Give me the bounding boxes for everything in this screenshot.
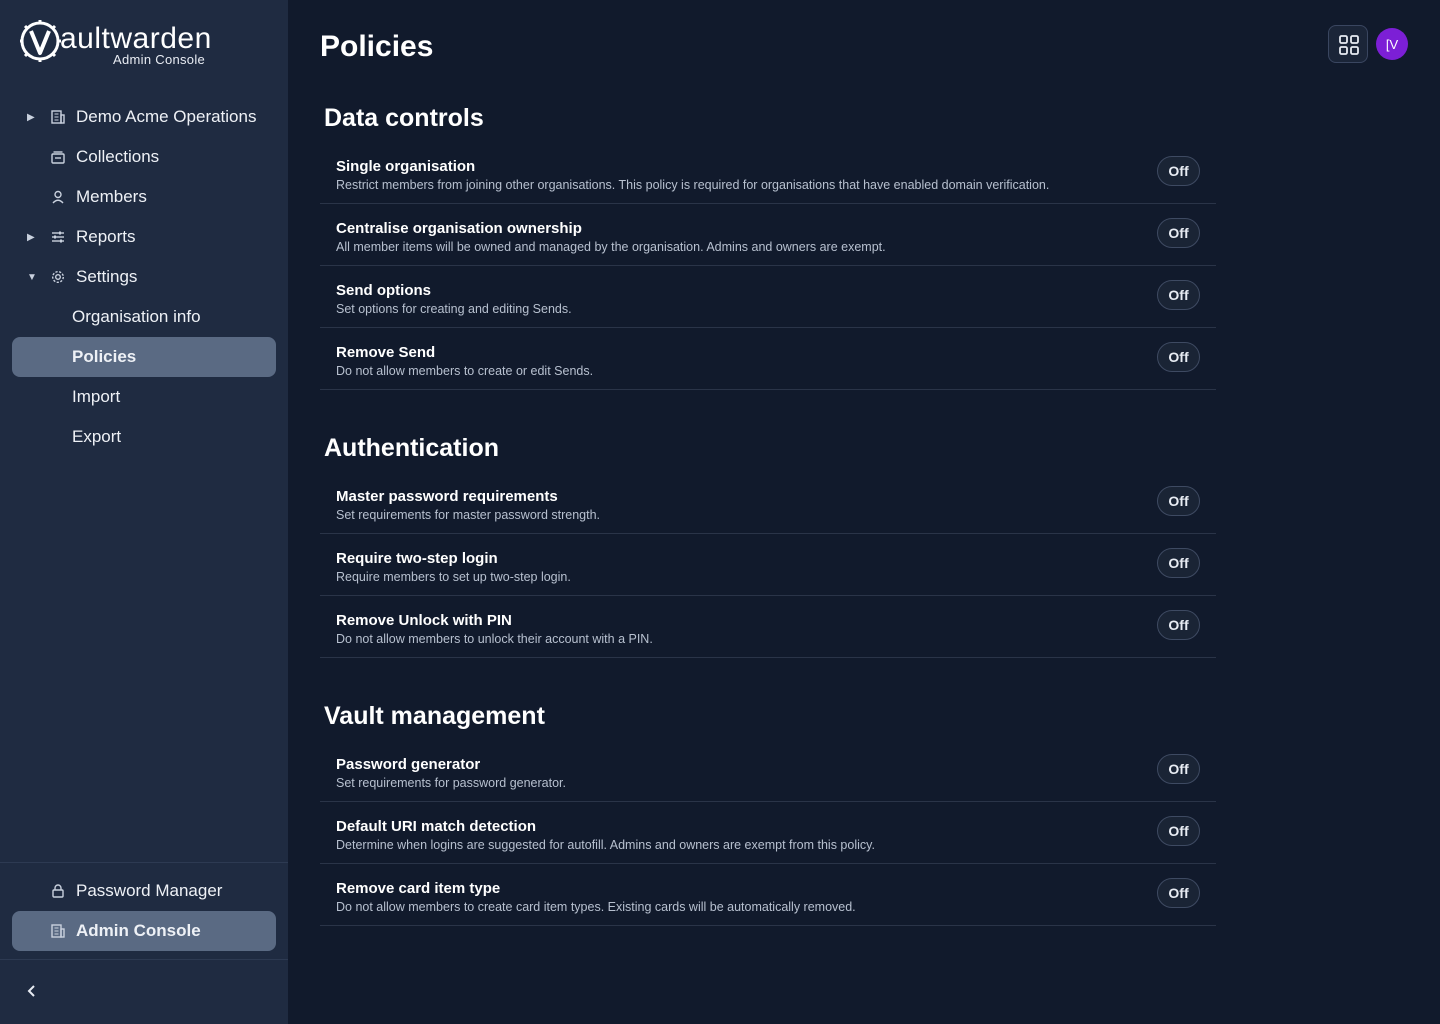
status-badge: Off xyxy=(1157,342,1200,372)
sidebar-item-password-manager[interactable]: Password Manager xyxy=(12,871,276,911)
product-switcher-nav: Password Manager Admin Console xyxy=(12,871,276,951)
status-badge: Off xyxy=(1157,878,1200,908)
policy-description: Restrict members from joining other orga… xyxy=(336,178,1050,192)
policy-description: Require members to set up two-step login… xyxy=(336,570,571,584)
building-icon xyxy=(51,924,65,938)
policy-description: Set options for creating and editing Sen… xyxy=(336,302,572,316)
brand-name: aultwarden xyxy=(60,22,212,55)
user-icon xyxy=(52,190,64,204)
sidebar-item-label: Members xyxy=(76,187,147,206)
policy-row[interactable]: Remove Unlock with PIN Do not allow memb… xyxy=(320,596,1216,658)
policy-description: Set requirements for master password str… xyxy=(336,508,601,522)
policy-row[interactable]: Password generator Set requirements for … xyxy=(320,740,1216,802)
sidebar: aultwarden Admin Console ▶ Demo Acme Ope… xyxy=(0,0,288,1024)
sidebar-item-label: Policies xyxy=(72,347,137,366)
section-title: Vault management xyxy=(324,702,545,730)
status-badge: Off xyxy=(1157,548,1200,578)
policy-description: Do not allow members to create or edit S… xyxy=(336,364,594,378)
policy-title[interactable]: Default URI match detection xyxy=(336,818,536,835)
section-title: Authentication xyxy=(324,434,499,462)
building-icon xyxy=(51,110,65,124)
policy-title[interactable]: Remove Unlock with PIN xyxy=(336,612,512,629)
policy-description: Determine when logins are suggested for … xyxy=(336,838,875,852)
policy-title[interactable]: Single organisation xyxy=(336,158,475,175)
page-title: Policies xyxy=(320,30,434,63)
sidebar-divider xyxy=(0,862,288,863)
sidebar-item-members[interactable]: Members xyxy=(12,177,276,217)
sidebar-item-label: Password Manager xyxy=(76,881,223,900)
policy-description: Do not allow members to create card item… xyxy=(336,900,856,914)
policy-title[interactable]: Password generator xyxy=(336,756,480,773)
policy-description: All member items will be owned and manag… xyxy=(336,240,886,254)
policy-title[interactable]: Send options xyxy=(336,282,431,299)
sidebar-item-label: Import xyxy=(72,387,121,406)
status-badge: Off xyxy=(1157,610,1200,640)
policy-title[interactable]: Centralise organisation ownership xyxy=(336,220,582,237)
gear-icon xyxy=(51,270,65,284)
section-data-controls: Data controls Single organisation Restri… xyxy=(320,104,1216,390)
policy-description: Set requirements for password generator. xyxy=(336,776,566,790)
lock-icon xyxy=(52,884,64,898)
sidebar-item-collections[interactable]: Collections xyxy=(12,137,276,177)
section-title: Data controls xyxy=(324,104,484,132)
policy-title[interactable]: Remove card item type xyxy=(336,880,500,897)
sidebar-item-label: Admin Console xyxy=(76,921,201,940)
brand-subtitle: Admin Console xyxy=(113,52,206,67)
status-badge: Off xyxy=(1157,816,1200,846)
sidebar-item-label: Organisation info xyxy=(72,307,201,326)
sidebar-item-demo-acme-operations[interactable]: ▶ Demo Acme Operations xyxy=(12,97,276,137)
section-vault-management: Vault management Password generator Set … xyxy=(320,702,1216,926)
sidebar-item-policies[interactable]: Policies xyxy=(12,337,276,377)
policy-row[interactable]: Default URI match detection Determine wh… xyxy=(320,802,1216,864)
grid-icon xyxy=(1339,35,1359,55)
caret-right-icon[interactable]: ▶ xyxy=(27,112,37,123)
status-badge: Off xyxy=(1157,156,1200,186)
sidebar-nav: ▶ Demo Acme Operations Collections Membe… xyxy=(12,97,276,457)
collapse-sidebar-icon[interactable] xyxy=(24,980,40,1002)
sidebar-item-organisation-info[interactable]: Organisation info xyxy=(12,297,276,337)
sidebar-item-label: Settings xyxy=(76,267,138,286)
sidebar-item-reports[interactable]: ▶ Reports xyxy=(12,217,276,257)
sidebar-item-label: Collections xyxy=(76,147,160,166)
sidebar-item-admin-console[interactable]: Admin Console xyxy=(12,911,276,951)
policy-title[interactable]: Require two-step login xyxy=(336,550,498,567)
policy-row[interactable]: Send options Set options for creating an… xyxy=(320,266,1216,328)
status-badge: Off xyxy=(1157,280,1200,310)
sliders-icon xyxy=(52,231,64,243)
policy-row[interactable]: Remove card item type Do not allow membe… xyxy=(320,864,1216,926)
caret-down-icon[interactable]: ▼ xyxy=(27,272,37,283)
product-switcher-button[interactable] xyxy=(1328,25,1368,63)
section-authentication: Authentication Master password requireme… xyxy=(320,434,1216,658)
avatar[interactable]: [V xyxy=(1376,28,1408,60)
status-badge: Off xyxy=(1157,218,1200,248)
sidebar-item-label: Demo Acme Operations xyxy=(76,107,257,126)
status-badge: Off xyxy=(1157,486,1200,516)
policy-title[interactable]: Remove Send xyxy=(336,344,435,361)
policy-row[interactable]: Remove Send Do not allow members to crea… xyxy=(320,328,1216,390)
policy-description: Do not allow members to unlock their acc… xyxy=(336,632,653,646)
sidebar-item-export[interactable]: Export xyxy=(12,417,276,457)
status-badge: Off xyxy=(1157,754,1200,784)
collection-icon xyxy=(51,151,65,164)
policy-row[interactable]: Centralise organisation ownership All me… xyxy=(320,204,1216,266)
sidebar-item-settings[interactable]: ▼ Settings xyxy=(12,257,276,297)
sidebar-item-label: Export xyxy=(72,427,122,446)
sidebar-item-label: Reports xyxy=(76,227,136,246)
caret-right-icon[interactable]: ▶ xyxy=(27,232,37,243)
policy-row[interactable]: Require two-step login Require members t… xyxy=(320,534,1216,596)
sidebar-divider xyxy=(0,959,288,960)
policy-row[interactable]: Master password requirements Set require… xyxy=(320,472,1216,534)
sidebar-item-import[interactable]: Import xyxy=(12,377,276,417)
policy-row[interactable]: Single organisation Restrict members fro… xyxy=(320,142,1216,204)
policy-title[interactable]: Master password requirements xyxy=(336,488,558,505)
